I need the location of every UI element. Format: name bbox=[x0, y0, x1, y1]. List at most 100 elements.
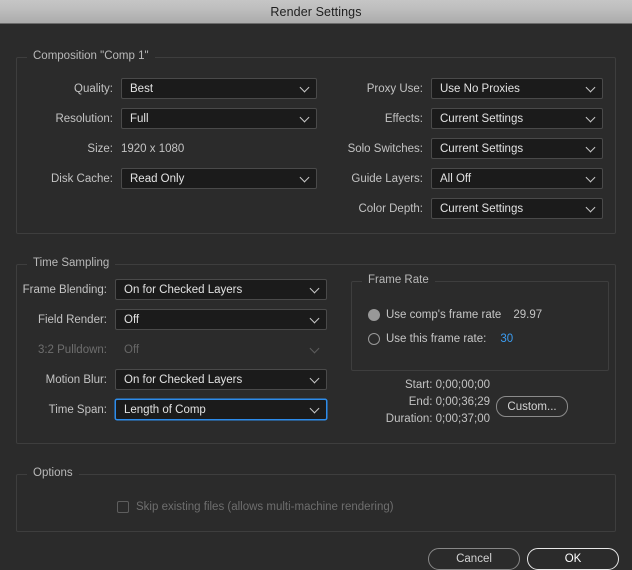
radio-use-this-frame-rate[interactable]: Use this frame rate: 30 bbox=[368, 330, 513, 348]
chevron-down-icon bbox=[311, 285, 319, 293]
chevron-down-icon bbox=[301, 174, 309, 182]
end-label: End: bbox=[408, 396, 433, 408]
options-group: Options Skip existing files (allows mult… bbox=[16, 467, 616, 532]
time-span-dropdown[interactable]: Length of Comp bbox=[115, 399, 327, 420]
frame-blending-label: Frame Blending: bbox=[22, 283, 107, 296]
frame-blending-value: On for Checked Layers bbox=[124, 283, 243, 296]
size-label: Size: bbox=[87, 142, 113, 155]
use-this-frame-rate-label: Use this frame rate: bbox=[386, 333, 487, 345]
disk-cache-dropdown[interactable]: Read Only bbox=[121, 168, 317, 189]
size-value: 1920 x 1080 bbox=[121, 142, 185, 155]
effects-dropdown[interactable]: Current Settings bbox=[431, 108, 603, 129]
field-row-time-span: Time Span: Length of Comp bbox=[17, 399, 327, 420]
chevron-down-icon bbox=[587, 84, 595, 92]
pulldown-dropdown: Off bbox=[115, 339, 327, 360]
field-row-pulldown: 3:2 Pulldown: Off bbox=[17, 339, 327, 360]
field-row-disk-cache: Disk Cache: Read Only bbox=[17, 168, 317, 189]
proxy-use-label: Proxy Use: bbox=[366, 82, 423, 95]
field-row-quality: Quality: Best bbox=[17, 78, 317, 99]
chevron-down-icon bbox=[301, 84, 309, 92]
solo-switches-value: Current Settings bbox=[440, 142, 524, 155]
quality-value: Best bbox=[130, 82, 154, 95]
this-frame-rate-value[interactable]: 30 bbox=[500, 333, 513, 345]
checkbox-icon[interactable] bbox=[117, 501, 129, 513]
cancel-button[interactable]: Cancel bbox=[428, 548, 520, 570]
quality-label: Quality: bbox=[74, 82, 113, 95]
color-depth-value: Current Settings bbox=[440, 202, 524, 215]
start-row: Start: 0;00;00;00 bbox=[330, 377, 490, 394]
guide-layers-label: Guide Layers: bbox=[351, 172, 423, 185]
resolution-dropdown[interactable]: Full bbox=[121, 108, 317, 129]
chevron-down-icon bbox=[311, 315, 319, 323]
chevron-down-icon bbox=[587, 204, 595, 212]
ok-button[interactable]: OK bbox=[527, 548, 619, 570]
field-row-color-depth: Color Depth: Current Settings bbox=[327, 198, 603, 219]
render-settings-dialog: Composition "Comp 1" Quality: Best Resol… bbox=[0, 24, 632, 570]
duration-label: Duration: bbox=[385, 413, 433, 425]
resolution-value: Full bbox=[130, 112, 149, 125]
field-row-proxy-use: Proxy Use: Use No Proxies bbox=[327, 78, 603, 99]
time-span-value: Length of Comp bbox=[124, 403, 206, 416]
disk-cache-value: Read Only bbox=[130, 172, 185, 185]
start-label: Start: bbox=[404, 379, 433, 391]
guide-layers-value: All Off bbox=[440, 172, 472, 185]
end-row: End: 0;00;36;29 bbox=[330, 394, 490, 411]
time-info-block: Start: 0;00;00;00 End: 0;00;36;29 Durati… bbox=[330, 377, 490, 428]
effects-value: Current Settings bbox=[440, 112, 524, 125]
time-span-label: Time Span: bbox=[48, 403, 107, 416]
chevron-down-icon bbox=[311, 345, 319, 353]
duration-row: Duration: 0;00;37;00 bbox=[330, 411, 490, 428]
chevron-down-icon bbox=[301, 114, 309, 122]
color-depth-label: Color Depth: bbox=[358, 202, 423, 215]
solo-switches-label: Solo Switches: bbox=[347, 142, 423, 155]
pulldown-label: 3:2 Pulldown: bbox=[37, 343, 107, 356]
motion-blur-value: On for Checked Layers bbox=[124, 373, 243, 386]
window-title: Render Settings bbox=[270, 4, 362, 19]
resolution-label: Resolution: bbox=[55, 112, 113, 125]
options-group-title: Options bbox=[27, 467, 79, 479]
time-sampling-group: Time Sampling Frame Blending: On for Che… bbox=[16, 257, 616, 444]
radio-selected-icon bbox=[368, 309, 380, 321]
proxy-use-dropdown[interactable]: Use No Proxies bbox=[431, 78, 603, 99]
color-depth-dropdown[interactable]: Current Settings bbox=[431, 198, 603, 219]
skip-existing-files-row[interactable]: Skip existing files (allows multi-machin… bbox=[117, 501, 394, 513]
effects-label: Effects: bbox=[384, 112, 423, 125]
field-render-label: Field Render: bbox=[37, 313, 107, 326]
composition-group-title: Composition "Comp 1" bbox=[27, 50, 155, 62]
field-row-field-render: Field Render: Off bbox=[17, 309, 327, 330]
guide-layers-dropdown[interactable]: All Off bbox=[431, 168, 603, 189]
solo-switches-dropdown[interactable]: Current Settings bbox=[431, 138, 603, 159]
field-row-motion-blur: Motion Blur: On for Checked Layers bbox=[17, 369, 327, 390]
frame-rate-group: Frame Rate Use comp's frame rate 29.97 U… bbox=[351, 274, 609, 371]
motion-blur-dropdown[interactable]: On for Checked Layers bbox=[115, 369, 327, 390]
motion-blur-label: Motion Blur: bbox=[45, 373, 107, 386]
field-row-guide-layers: Guide Layers: All Off bbox=[327, 168, 603, 189]
radio-unselected-icon bbox=[368, 333, 380, 345]
proxy-use-value: Use No Proxies bbox=[440, 82, 520, 95]
field-row-size: Size: 1920 x 1080 bbox=[17, 138, 184, 159]
use-comps-frame-rate-label: Use comp's frame rate bbox=[386, 309, 502, 321]
duration-value: 0;00;37;00 bbox=[435, 413, 490, 425]
time-sampling-group-title: Time Sampling bbox=[27, 257, 116, 269]
frame-rate-group-title: Frame Rate bbox=[362, 274, 435, 286]
custom-button[interactable]: Custom... bbox=[496, 396, 568, 417]
disk-cache-label: Disk Cache: bbox=[51, 172, 113, 185]
pulldown-value: Off bbox=[124, 343, 140, 356]
field-row-solo-switches: Solo Switches: Current Settings bbox=[327, 138, 603, 159]
chevron-down-icon bbox=[311, 375, 319, 383]
chevron-down-icon bbox=[587, 114, 595, 122]
comps-frame-rate-value: 29.97 bbox=[513, 309, 543, 321]
field-render-value: Off bbox=[124, 313, 140, 326]
end-value: 0;00;36;29 bbox=[435, 396, 490, 408]
field-row-resolution: Resolution: Full bbox=[17, 108, 317, 129]
quality-dropdown[interactable]: Best bbox=[121, 78, 317, 99]
chevron-down-icon bbox=[311, 405, 319, 413]
start-value: 0;00;00;00 bbox=[435, 379, 490, 391]
field-render-dropdown[interactable]: Off bbox=[115, 309, 327, 330]
chevron-down-icon bbox=[587, 174, 595, 182]
field-row-effects: Effects: Current Settings bbox=[327, 108, 603, 129]
radio-use-comps-frame-rate[interactable]: Use comp's frame rate 29.97 bbox=[368, 306, 542, 324]
frame-blending-dropdown[interactable]: On for Checked Layers bbox=[115, 279, 327, 300]
field-row-frame-blending: Frame Blending: On for Checked Layers bbox=[17, 279, 327, 300]
chevron-down-icon bbox=[587, 144, 595, 152]
